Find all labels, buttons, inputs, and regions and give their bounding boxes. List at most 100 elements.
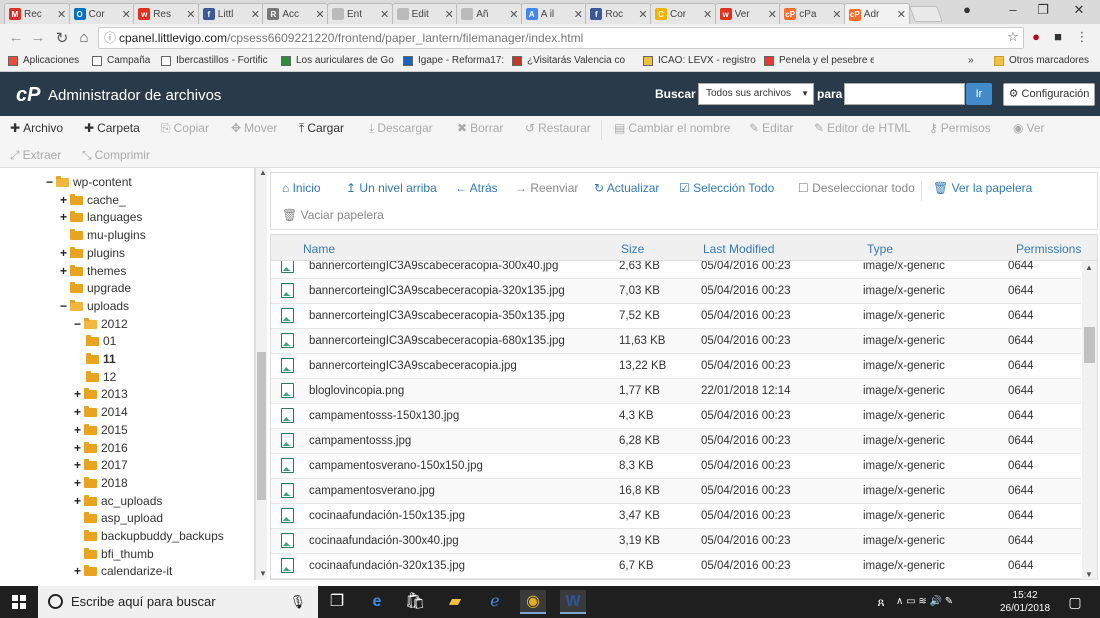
select-all-button[interactable]: ☑ Selección Todo — [679, 181, 774, 195]
forward-button[interactable]: → — [28, 29, 48, 46]
table-row[interactable]: campamentosverano-150x150.jpg 8,3 KB 05/04… — [271, 454, 1081, 479]
table-scrollbar-thumb[interactable] — [1084, 327, 1095, 363]
file-name[interactable]: campamentosss.jpg — [309, 435, 411, 447]
tree-folder-item[interactable]: bfi_thumb — [84, 545, 154, 563]
microphone-icon[interactable]: 🎙 — [289, 586, 306, 618]
table-row[interactable]: bloglovincopia.png 1,77 KB 22/01/2018 12:1… — [271, 379, 1081, 404]
expand-icon[interactable]: + — [74, 387, 84, 401]
tree-folder-item[interactable]: 01 — [86, 332, 116, 350]
file-name[interactable]: campamentosss-150x130.jpg — [309, 410, 459, 422]
file-name[interactable]: bannercorteingIC3A9scabeceracopia-350x13… — [309, 310, 565, 322]
extension-icon[interactable]: ■ — [1048, 29, 1068, 44]
expand-icon[interactable]: + — [74, 405, 84, 419]
expand-icon[interactable]: + — [74, 441, 84, 455]
browser-tab[interactable]: M Rec ✕ — [4, 3, 70, 24]
tree-folder-item[interactable]: +2016 — [74, 439, 128, 457]
search-scope-select[interactable]: Todos sus archivos ▼ — [698, 83, 814, 105]
tree-folder-item[interactable]: + themes — [60, 262, 126, 280]
url-field[interactable]: ⓘ cpanel.littlevigo.com/cpsess6609221220… — [98, 27, 1024, 49]
tab-close-icon[interactable]: ✕ — [251, 8, 263, 21]
download-button[interactable]: ⤓ Descargar — [369, 121, 433, 136]
file-name[interactable]: bloglovincopia.png — [309, 385, 404, 397]
compress-button[interactable]: ⤡ Comprimir — [82, 148, 150, 163]
other-bookmarks[interactable]: Otros marcadores — [994, 55, 1089, 66]
permissions-button[interactable]: ⚷ Permisos — [929, 121, 991, 135]
settings-button[interactable]: ⚙ Configuración — [1003, 83, 1095, 106]
restore-button[interactable]: ↺ Restaurar — [525, 121, 591, 135]
file-name[interactable]: campamentosverano-150x150.jpg — [309, 460, 483, 472]
tree-folder-item[interactable]: − 2012 — [74, 315, 128, 333]
column-permissions[interactable]: Permissions — [1016, 242, 1081, 256]
browser-tab[interactable]: cP cPa ✕ — [779, 3, 846, 24]
expand-icon[interactable]: + — [74, 423, 84, 437]
bookmark-item[interactable]: Igape - Reforma17: P — [403, 55, 507, 66]
column-size[interactable]: Size — [621, 242, 644, 256]
table-scrollbar[interactable]: ▲ ▼ — [1082, 261, 1097, 579]
expand-icon[interactable]: + — [74, 476, 84, 490]
word-icon[interactable]: W — [560, 590, 586, 614]
tab-close-icon[interactable]: ✕ — [57, 8, 69, 21]
rename-button[interactable]: ▤ Cambiar el nombre — [614, 121, 730, 135]
collapse-icon[interactable]: − — [60, 299, 70, 313]
browser-tab[interactable]: w Ver ✕ — [714, 3, 781, 24]
tree-folder-item[interactable]: +2014 — [74, 403, 128, 421]
browser-tab[interactable]: AA il ✕ — [520, 3, 587, 24]
tree-folder-item[interactable]: 11 — [86, 350, 116, 368]
new-folder-button[interactable]: ✚ Carpeta — [84, 121, 140, 135]
bookmark-item[interactable]: Penela y el pesebre e — [764, 55, 874, 66]
bookmarks-more[interactable]: » — [968, 55, 974, 66]
file-name[interactable]: bannercorteingIC3A9scabeceracopia-320x13… — [309, 285, 565, 297]
table-row[interactable]: bannercorteingIC3A9scabeceracopia-300x40… — [271, 261, 1081, 279]
expand-icon[interactable]: + — [60, 193, 70, 207]
back-nav-button[interactable]: ← Atrás — [455, 181, 498, 195]
table-row[interactable]: bannercorteingIC3A9scabeceracopia-680x13… — [271, 329, 1081, 354]
view-button[interactable]: ◉ Ver — [1013, 121, 1045, 135]
column-type[interactable]: Type — [867, 242, 893, 256]
reload-button[interactable]: ↻ — [52, 29, 72, 47]
table-row[interactable]: campamentosss-150x130.jpg 4,3 KB 05/04/201… — [271, 404, 1081, 429]
browser-tab[interactable]: C Cor ✕ — [650, 3, 716, 24]
browser-tab[interactable]: w Res ✕ — [133, 3, 200, 24]
taskbar-clock[interactable]: 15:42 26/01/2018 — [1000, 589, 1050, 615]
tab-close-icon[interactable]: ✕ — [509, 8, 521, 21]
collapse-icon[interactable]: − — [46, 175, 56, 189]
delete-button[interactable]: ✖ Borrar — [457, 121, 503, 135]
search-input[interactable] — [844, 83, 965, 105]
column-modified[interactable]: Last Modified — [703, 242, 774, 256]
tab-close-icon[interactable]: ✕ — [315, 8, 327, 21]
scroll-up-icon[interactable]: ▲ — [259, 168, 267, 177]
tree-folder-item[interactable]: +2018 — [74, 474, 128, 492]
windows-start-icon[interactable] — [12, 595, 26, 609]
file-name[interactable]: bannercorteingIC3A9scabeceracopia.jpg — [309, 360, 517, 372]
system-tray-icons[interactable]: ∧ ▭ ≋ 🔊 ✎ — [896, 590, 976, 614]
new-tab-button[interactable] — [909, 6, 943, 22]
upload-button[interactable]: ⤒ Cargar — [299, 121, 344, 136]
home-nav-button[interactable]: ⌂ Inicio — [282, 181, 321, 195]
bookmark-star-icon[interactable]: ☆ — [1003, 29, 1023, 45]
collapse-icon[interactable]: − — [74, 317, 84, 331]
tab-close-icon[interactable]: ✕ — [638, 8, 650, 21]
tree-scrollbar[interactable]: ▲ ▼ — [255, 168, 267, 580]
tree-folder-item[interactable]: + plugins — [60, 244, 125, 262]
tree-folder-item[interactable]: 12 — [86, 368, 116, 386]
expand-icon[interactable]: + — [74, 494, 84, 508]
tab-close-icon[interactable]: ✕ — [380, 8, 392, 21]
browser-tab[interactable]: f Littl ✕ — [197, 3, 264, 24]
table-row[interactable]: cocinaafundación-150x135.jpg 3,47 KB 05/04… — [271, 504, 1081, 529]
bookmark-item[interactable]: Ibercastillos - Fortific — [161, 55, 277, 66]
table-row[interactable]: bannercorteingIC3A9scabeceracopia-350x13… — [271, 304, 1081, 329]
scroll-up-icon[interactable]: ▲ — [1085, 263, 1093, 272]
tree-folder-item[interactable]: +2017 — [74, 456, 128, 474]
scroll-down-icon[interactable]: ▼ — [1085, 570, 1093, 579]
file-name[interactable]: campamentosverano.jpg — [309, 485, 435, 497]
file-name[interactable]: cocinaafundación-320x135.jpg — [309, 560, 465, 572]
browser-tab[interactable]: Edit ✕ — [391, 3, 458, 24]
home-button[interactable]: ⌂ — [74, 29, 94, 46]
expand-icon[interactable]: + — [60, 210, 70, 224]
html-editor-button[interactable]: ✎ Editor de HTML — [814, 121, 911, 135]
store-icon[interactable]: 🛍 — [402, 590, 428, 614]
tree-folder-item[interactable]: + ac_uploads — [74, 492, 162, 510]
new-file-button[interactable]: ✚ Archivo — [10, 121, 63, 135]
tree-folder-item[interactable]: − uploads — [60, 297, 129, 315]
people-icon[interactable]: ጸ — [868, 590, 894, 614]
